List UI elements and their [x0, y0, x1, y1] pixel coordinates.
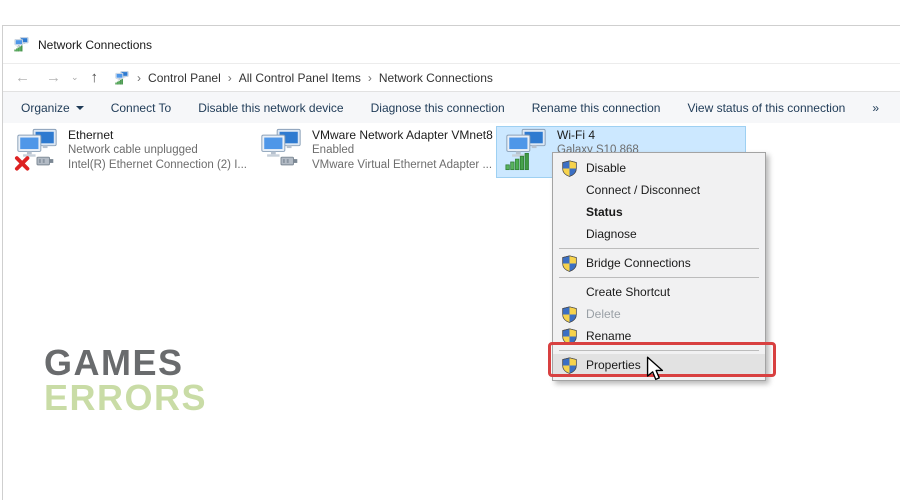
breadcrumb-control-panel[interactable]: Control Panel — [148, 71, 221, 85]
connection-item-vmware[interactable]: VMware Network Adapter VMnet8 Enabled VM… — [258, 127, 494, 178]
mouse-cursor-icon — [646, 356, 664, 382]
context-menu-item-bridge-connections[interactable]: Bridge Connections — [553, 252, 765, 274]
connection-status: Network cable unplugged — [68, 143, 247, 158]
uac-shield-icon — [561, 328, 578, 345]
uac-shield-icon — [561, 160, 578, 177]
up-icon[interactable]: ↑ — [91, 70, 99, 85]
breadcrumb-network-connections[interactable]: Network Connections — [379, 71, 493, 85]
breadcrumb-chevron-icon: › — [228, 71, 232, 85]
breadcrumb-chevron-icon: › — [368, 71, 372, 85]
network-connections-icon — [13, 37, 30, 52]
watermark-errors: ERRORS — [44, 380, 207, 415]
uac-shield-icon — [561, 306, 578, 323]
connection-name: Ethernet — [68, 128, 247, 143]
menu-separator — [559, 248, 759, 249]
context-menu-item-connect-disconnect[interactable]: Connect / Disconnect — [553, 179, 765, 201]
connection-name: Wi-Fi 4 — [557, 128, 639, 143]
diagnose-connection-button[interactable]: Diagnose this connection — [371, 101, 505, 115]
context-menu-item-diagnose[interactable]: Diagnose — [553, 223, 765, 245]
connection-status: Enabled — [312, 143, 493, 158]
connection-name: VMware Network Adapter VMnet8 — [312, 128, 493, 143]
command-bar: Organize Connect To Disable this network… — [3, 92, 900, 123]
view-status-button[interactable]: View status of this connection — [687, 101, 845, 115]
breadcrumb-location-icon — [114, 71, 130, 85]
window-title: Network Connections — [38, 38, 152, 52]
watermark-logo: GAMES ERRORS — [44, 345, 207, 416]
ethernet-unplugged-icon — [14, 128, 60, 172]
menu-separator — [559, 350, 759, 351]
uac-shield-icon — [561, 357, 578, 374]
wifi-signal-icon — [503, 128, 549, 172]
connection-item-ethernet[interactable]: Ethernet Network cable unplugged Intel(R… — [14, 127, 254, 178]
network-adapter-icon — [258, 128, 304, 172]
connect-to-button[interactable]: Connect To — [111, 101, 172, 115]
organize-button[interactable]: Organize — [21, 101, 84, 115]
title-bar: Network Connections — [3, 26, 900, 63]
address-bar: ← → ⌄ ↑ › Control Panel › All Control Pa… — [3, 63, 900, 92]
context-menu-item-status[interactable]: Status — [553, 201, 765, 223]
menu-separator — [559, 277, 759, 278]
toolbar-overflow-chevron-icon[interactable]: » — [872, 101, 879, 115]
connection-device: Intel(R) Ethernet Connection (2) I... — [68, 158, 247, 173]
breadcrumb-chevron-icon: › — [137, 71, 141, 85]
rename-connection-button[interactable]: Rename this connection — [532, 101, 661, 115]
context-menu-item-disable[interactable]: Disable — [553, 157, 765, 179]
back-icon[interactable]: ← — [15, 70, 30, 85]
forward-icon[interactable]: → — [46, 70, 61, 85]
context-menu-item-delete: Delete — [553, 303, 765, 325]
breadcrumb: › Control Panel › All Control Panel Item… — [114, 71, 493, 85]
watermark-games: GAMES — [44, 345, 207, 380]
context-menu-item-create-shortcut[interactable]: Create Shortcut — [553, 281, 765, 303]
recent-locations-chevron-icon[interactable]: ⌄ — [71, 73, 79, 82]
disable-network-device-button[interactable]: Disable this network device — [198, 101, 343, 115]
chevron-down-icon — [76, 106, 84, 110]
context-menu: Disable Connect / Disconnect Status Diag… — [552, 152, 766, 381]
context-menu-item-rename[interactable]: Rename — [553, 325, 765, 347]
uac-shield-icon — [561, 255, 578, 272]
breadcrumb-all-control-panel-items[interactable]: All Control Panel Items — [239, 71, 361, 85]
connection-device: VMware Virtual Ethernet Adapter ... — [312, 158, 493, 173]
